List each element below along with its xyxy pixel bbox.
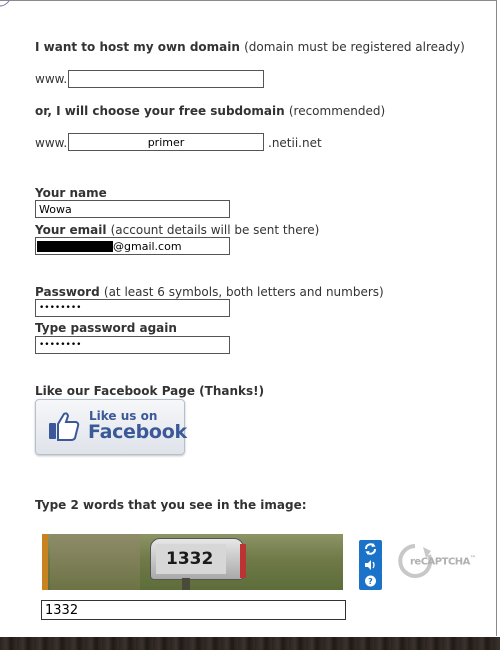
captcha-help-button[interactable]: ? [359,572,382,590]
password-again-input[interactable]: •••••••• [35,336,230,354]
captcha-image-text: 1332 [166,549,214,569]
captcha-image: 1332 [42,534,343,590]
email-visible-value: @gmail.com [113,239,182,253]
email-note: (account details will be sent there) [110,223,320,237]
facebook-like-button[interactable]: Like us on Facebook [35,399,187,455]
own-domain-note: (domain must be registered already) [244,40,465,54]
own-domain-input[interactable] [68,70,264,88]
email-label: Your email [35,223,107,237]
captcha-post [42,534,48,590]
captcha-mailbox-post [182,578,190,590]
password-input[interactable]: •••••••• [35,299,230,317]
captcha-response-input[interactable]: 1332 [41,600,346,620]
facebook-heading: Like our Facebook Page (Thanks!) [35,384,265,398]
corner-curl-decoration [0,0,10,7]
recaptcha-logo-text: reCAPTCHA™ [410,555,476,568]
subdomain-label: or, I will choose your free subdomain [35,104,285,118]
recaptcha-logo-label: reCAPTCHA [410,556,470,568]
thumbs-up-icon [49,412,80,441]
www-prefix-sub: www. [35,136,68,150]
facebook-like-big-text: Facebook [88,421,187,443]
subdomain-note: (recommended) [288,104,386,118]
email-redaction [37,240,113,252]
bottom-strip [0,637,500,650]
email-input[interactable]: @gmail.com [35,237,230,255]
email-heading: Your email (account details will be sent… [35,223,319,237]
own-domain-heading: I want to host my own domain (domain mus… [35,40,465,54]
svg-text:?: ? [368,577,373,586]
captcha-mailbox-flag [240,544,246,578]
recaptcha-trademark: ™ [469,555,476,562]
password-note: (at least 6 symbols, both letters and nu… [103,285,384,299]
name-label: Your name [35,186,107,200]
own-domain-label: I want to host my own domain [35,40,240,54]
captcha-background [50,534,140,590]
name-input[interactable]: Wowa [35,200,230,218]
captcha-heading: Type 2 words that you see in the image: [35,498,307,512]
subdomain-heading: or, I will choose your free subdomain (r… [35,104,385,118]
password-again-label: Type password again [35,321,177,335]
password-heading: Password (at least 6 symbols, both lette… [35,285,384,299]
recaptcha-logo: reCAPTCHA™ [396,542,476,582]
subdomain-suffix: .netii.net [268,136,322,150]
subdomain-input[interactable]: primer [68,133,264,151]
www-prefix-own: www. [35,72,68,86]
password-label: Password [35,285,100,299]
help-icon: ? [365,575,376,587]
